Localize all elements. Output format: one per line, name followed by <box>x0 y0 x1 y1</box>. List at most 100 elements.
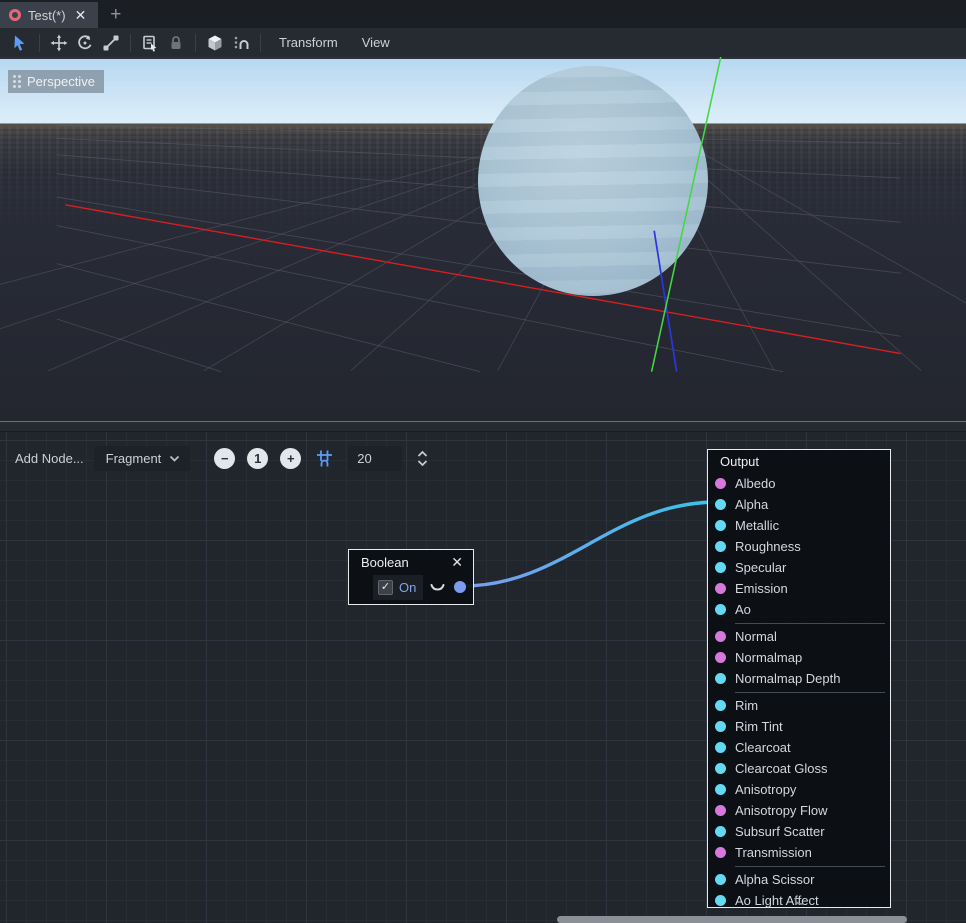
expand-chevron-icon[interactable] <box>430 583 445 592</box>
port-label: Metallic <box>735 518 779 533</box>
snap-grid-icon <box>315 449 334 468</box>
boolean-output-port[interactable] <box>454 581 466 593</box>
port-ao-light-affect-icon[interactable] <box>715 895 726 906</box>
scale-icon <box>102 34 120 52</box>
port-label: Alpha Scissor <box>735 872 814 887</box>
list-select-tool-button[interactable] <box>137 31 163 55</box>
output-port-row: Rim Tint <box>708 716 890 737</box>
output-port-row: Anisotropy Flow <box>708 800 890 821</box>
boolean-node-title: Boolean <box>361 555 409 570</box>
port-label: Transmission <box>735 845 812 860</box>
scene-tab-active[interactable]: Test(*) ✕ <box>0 2 98 28</box>
list-select-icon <box>141 34 159 52</box>
snap-spinner[interactable] <box>416 450 429 467</box>
zoom-out-button[interactable]: − <box>214 448 235 469</box>
port-alpha-icon[interactable] <box>715 499 726 510</box>
port-clearcoat-gloss-icon[interactable] <box>715 763 726 774</box>
zoom-reset-button[interactable]: 1 <box>247 448 268 469</box>
output-port-row: Normalmap Depth <box>708 668 890 689</box>
scene-icon <box>9 9 21 21</box>
tab-close-icon[interactable]: ✕ <box>73 8 89 22</box>
boolean-value-box: ✓ On <box>373 575 423 600</box>
toolbar-separator <box>195 34 196 52</box>
output-port-row: Rim <box>708 695 890 716</box>
cursor-icon <box>11 34 29 52</box>
port-emission-icon[interactable] <box>715 583 726 594</box>
port-group-separator <box>735 692 885 693</box>
port-roughness-icon[interactable] <box>715 541 726 552</box>
snap-toggle-button[interactable] <box>315 449 334 468</box>
output-node-titlebar[interactable]: Output <box>708 450 890 471</box>
scale-tool-button[interactable] <box>98 31 124 55</box>
port-alpha-scissor-icon[interactable] <box>715 874 726 885</box>
port-label: Anisotropy Flow <box>735 803 827 818</box>
port-transmission-icon[interactable] <box>715 847 726 858</box>
port-rim-tint-icon[interactable] <box>715 721 726 732</box>
boolean-node-titlebar[interactable]: Boolean ✕ <box>349 550 473 573</box>
viewport-3d[interactable]: Perspective <box>0 57 966 421</box>
output-port-row: Transmission <box>708 842 890 863</box>
port-ao-icon[interactable] <box>715 604 726 615</box>
boolean-value-label: On <box>399 580 416 595</box>
output-node-title: Output <box>720 454 759 469</box>
new-scene-tab-button[interactable]: + <box>98 2 133 28</box>
environment-button[interactable] <box>202 31 228 55</box>
panel-splitter[interactable] <box>0 421 966 432</box>
spinner-arrows-icon <box>416 450 429 467</box>
lock-icon <box>167 34 185 52</box>
output-node[interactable]: Output AlbedoAlphaMetallicRoughnessSpecu… <box>707 449 891 908</box>
port-normalmap-icon[interactable] <box>715 652 726 663</box>
projection-label: Perspective <box>27 74 95 89</box>
boolean-node[interactable]: Boolean ✕ ✓ On <box>348 549 474 605</box>
boolean-checkbox[interactable]: ✓ <box>378 580 393 595</box>
port-label: Ao <box>735 602 751 617</box>
connection-wire <box>462 502 718 586</box>
port-anisotropy-icon[interactable] <box>715 784 726 795</box>
view-menu[interactable]: View <box>350 35 402 50</box>
output-port-row: Albedo <box>708 473 890 494</box>
cube-icon <box>206 34 224 52</box>
output-port-row: Alpha Scissor <box>708 869 890 890</box>
snap-mode-button[interactable] <box>228 31 254 55</box>
port-anisotropy-flow-icon[interactable] <box>715 805 726 816</box>
port-specular-icon[interactable] <box>715 562 726 573</box>
toolbar-separator <box>130 34 131 52</box>
output-port-row: Normalmap <box>708 647 890 668</box>
transform-menu[interactable]: Transform <box>267 35 350 50</box>
output-port-row: Ao <box>708 599 890 620</box>
port-albedo-icon[interactable] <box>715 478 726 489</box>
spatial-toolbar: Transform View <box>0 28 966 57</box>
shader-graph-editor[interactable]: Add Node... Fragment − 1 + <box>0 432 966 923</box>
output-port-row: Specular <box>708 557 890 578</box>
port-subsurf-scatter-icon[interactable] <box>715 826 726 837</box>
port-label: Alpha <box>735 497 768 512</box>
output-port-row: Alpha <box>708 494 890 515</box>
port-normalmap-depth-icon[interactable] <box>715 673 726 684</box>
port-metallic-icon[interactable] <box>715 520 726 531</box>
node-close-icon[interactable]: ✕ <box>451 554 463 571</box>
add-node-button[interactable]: Add Node... <box>10 451 94 466</box>
shader-stage-dropdown[interactable]: Fragment <box>94 446 191 471</box>
port-label: Albedo <box>735 476 775 491</box>
zoom-in-button[interactable]: + <box>280 448 301 469</box>
chevron-down-icon <box>169 455 180 462</box>
magnet-icon <box>232 34 250 52</box>
output-port-row: Normal <box>708 626 890 647</box>
graph-toolbar: Add Node... Fragment − 1 + <box>10 445 429 471</box>
node-resizer-icon[interactable] <box>794 898 805 906</box>
z-axis-line <box>654 231 676 372</box>
port-normal-icon[interactable] <box>715 631 726 642</box>
snap-amount-field[interactable]: 20 <box>348 446 402 471</box>
rotate-tool-button[interactable] <box>72 31 98 55</box>
graph-hscrollbar[interactable] <box>557 916 907 923</box>
port-label: Emission <box>735 581 788 596</box>
lock-button[interactable] <box>163 31 189 55</box>
select-tool-button[interactable] <box>7 31 33 55</box>
move-tool-button[interactable] <box>46 31 72 55</box>
port-clearcoat-icon[interactable] <box>715 742 726 753</box>
projection-menu[interactable]: Perspective <box>8 70 104 93</box>
toolbar-separator <box>260 34 261 52</box>
output-port-row: Subsurf Scatter <box>708 821 890 842</box>
port-rim-icon[interactable] <box>715 700 726 711</box>
drag-handle-icon <box>13 75 21 88</box>
